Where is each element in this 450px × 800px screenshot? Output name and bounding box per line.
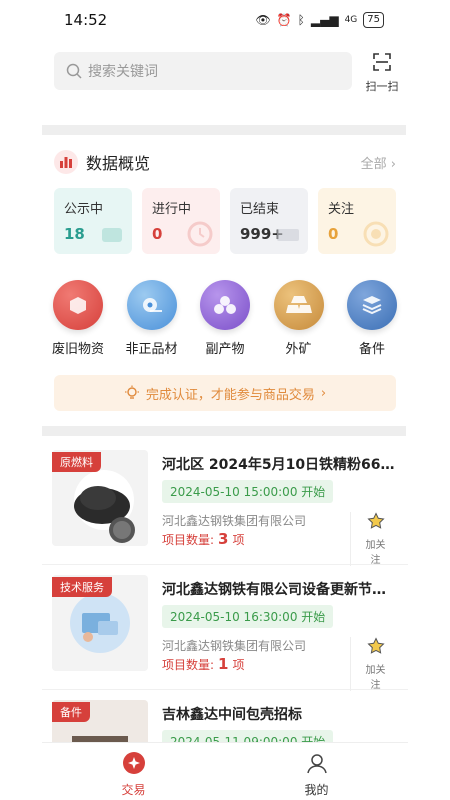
status-icons: 👁 ⏰ ᛒ ▂▄▆ 4G 75 <box>255 12 384 28</box>
stat-label: 关注 <box>328 202 355 217</box>
qty-value: 1 <box>218 655 229 673</box>
category-label: 备件 <box>358 342 385 357</box>
target-icon <box>363 221 389 247</box>
item-quantity: 项目数量: 1 项 <box>162 655 245 673</box>
status-time: 14:52 <box>64 11 108 29</box>
balls-icon <box>200 280 250 330</box>
item-start-date: 2024-05-10 16:30:00 开始 <box>162 605 334 628</box>
item-quantity: 项目数量: 3 项 <box>162 530 245 548</box>
item-company: 河北鑫达钢铁集团有限公司 <box>162 514 307 528</box>
overview-header: 数据概览 全部 › <box>54 148 396 176</box>
scan-button[interactable]: 扫一扫 <box>360 52 404 94</box>
network-label: 4G <box>344 15 358 25</box>
section-divider <box>42 426 406 436</box>
nav-label: 交易 <box>121 783 146 797</box>
roll-icon <box>126 280 177 330</box>
box-icon <box>53 280 103 330</box>
qty-label: 项目数量: <box>162 533 215 547</box>
overview-title: 数据概览 <box>86 154 151 173</box>
stat-card-finished[interactable]: 已结束 999+ <box>230 188 308 254</box>
scan-label: 扫一扫 <box>365 80 399 93</box>
bottom-nav: 交易 我的 <box>42 742 408 800</box>
more-label: 全部 <box>360 156 387 172</box>
nav-trade[interactable]: 交易 <box>42 743 225 800</box>
category-label: 副产物 <box>205 342 245 357</box>
star-icon <box>366 637 385 654</box>
stat-card-ongoing[interactable]: 进行中 0 <box>142 188 220 254</box>
bar-chart-icon <box>54 150 78 174</box>
search-input[interactable]: 搜索关键词 <box>54 52 352 90</box>
stat-card-followed[interactable]: 关注 0 <box>318 188 396 254</box>
category-item-scrap[interactable]: 废旧物资 <box>42 280 114 357</box>
stat-label: 进行中 <box>152 202 192 217</box>
item-company: 河北鑫达钢铁集团有限公司 <box>162 639 307 653</box>
category-item-ore[interactable]: 外矿 <box>263 280 335 357</box>
stats-row: 公示中 18 进行中 0 已结束 999+ 关注 0 <box>54 188 396 254</box>
section-divider <box>42 125 406 135</box>
status-bar: 14:52 👁 ⏰ ᛒ ▂▄▆ 4G 75 <box>0 0 450 40</box>
stat-label: 已结束 <box>240 202 280 217</box>
follow-button[interactable]: 加关注 <box>350 512 390 566</box>
nav-mine[interactable]: 我的 <box>225 743 408 800</box>
qty-unit: 项 <box>232 658 245 672</box>
category-item-byproduct[interactable]: 副产物 <box>189 280 261 357</box>
battery-indicator: 75 <box>363 12 384 28</box>
signal-icon: ▂▄▆ <box>310 13 339 27</box>
stat-label: 公示中 <box>64 202 104 217</box>
announcement-icon <box>102 228 122 242</box>
category-item-spareparts[interactable]: 备件 <box>336 280 408 357</box>
category-tag: 技术服务 <box>52 577 112 597</box>
item-title: 河北鑫达钢铁有限公司设备更新节能… <box>162 582 398 598</box>
search-row: 搜索关键词 扫一扫 <box>54 52 404 94</box>
item-start-date: 2024-05-10 15:00:00 开始 <box>162 480 334 503</box>
stack-icon <box>347 280 397 330</box>
item-title: 吉林鑫达中间包壳招标 <box>162 707 302 723</box>
category-row: 废旧物资 非正品材 副产物 外矿 备件 <box>42 280 408 357</box>
star-icon <box>366 512 385 529</box>
overview-more-link[interactable]: 全部 › <box>361 153 396 172</box>
category-label: 废旧物资 <box>51 342 104 357</box>
list-item[interactable]: 技术服务 河北鑫达钢铁有限公司设备更新节能… 2024-05-10 16:30:… <box>42 565 408 691</box>
category-tag: 原燃料 <box>52 452 101 472</box>
qty-label: 项目数量: <box>162 658 215 672</box>
chevron-right-icon: › <box>320 385 327 401</box>
category-item-nonstandard[interactable]: 非正品材 <box>116 280 188 357</box>
nav-label: 我的 <box>304 783 329 797</box>
search-icon <box>66 63 82 79</box>
category-label: 外矿 <box>285 342 312 357</box>
qty-unit: 项 <box>232 533 245 547</box>
clock-icon <box>187 221 213 247</box>
bluetooth-icon: ᛒ <box>297 13 305 27</box>
chevron-right-icon: › <box>390 156 396 172</box>
scan-icon <box>373 53 391 71</box>
follow-label: 加关注 <box>365 540 386 566</box>
notice-text: 完成认证，才能参与商品交易 <box>145 387 315 403</box>
end-icon <box>277 229 299 241</box>
item-title: 河北区 2024年5月10日铁精粉66品… <box>162 457 398 473</box>
category-label: 非正品材 <box>125 342 178 357</box>
follow-button[interactable]: 加关注 <box>350 637 390 691</box>
gold-bars-icon <box>273 280 324 330</box>
list-item[interactable]: 原燃料 河北区 2024年5月10日铁精粉66品… 2024-05-10 15:… <box>42 440 408 566</box>
search-placeholder: 搜索关键词 <box>88 64 158 80</box>
certification-notice[interactable]: 完成认证，才能参与商品交易 › <box>54 375 396 411</box>
trade-icon <box>122 752 145 774</box>
follow-label: 加关注 <box>365 665 386 691</box>
qty-value: 3 <box>218 530 229 548</box>
category-tag: 备件 <box>52 702 90 722</box>
eye-icon: 👁 <box>255 13 271 27</box>
lightbulb-icon <box>124 385 139 399</box>
user-icon <box>306 754 327 774</box>
alarm-icon: ⏰ <box>276 13 292 27</box>
stat-card-public[interactable]: 公示中 18 <box>54 188 132 254</box>
